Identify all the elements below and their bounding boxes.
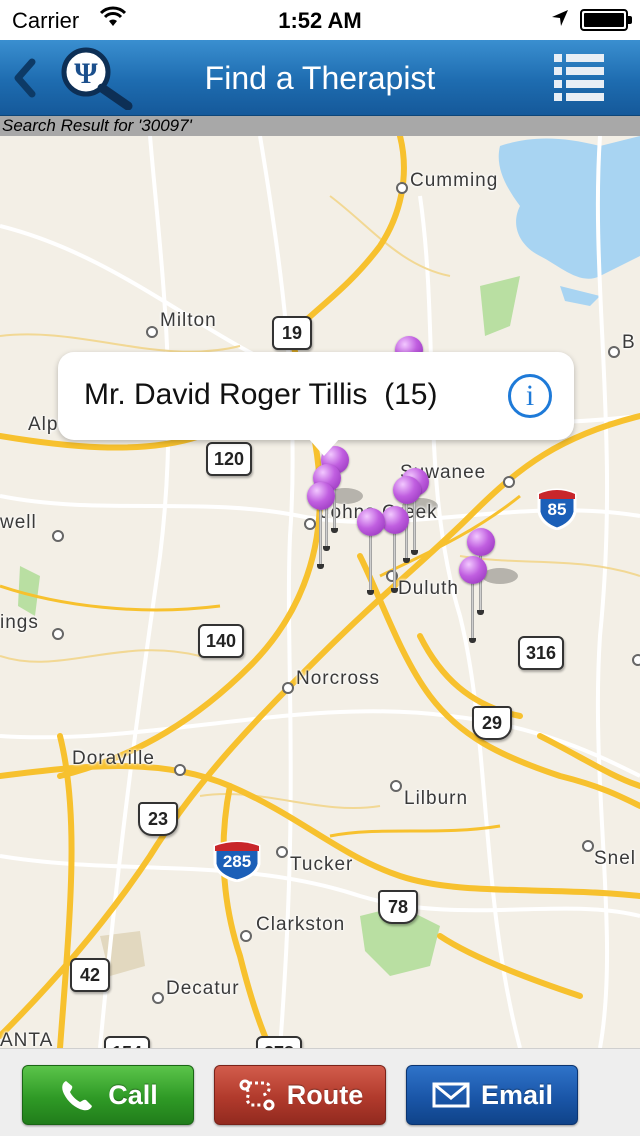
call-label: Call	[108, 1079, 158, 1110]
city-dot	[503, 476, 515, 488]
app-screen: Carrier 1:52 AM Ψ Find a Therapist Searc…	[0, 0, 640, 1136]
place-milton: Milton	[160, 310, 217, 331]
route-shield-140: 140	[198, 624, 245, 658]
map-base	[0, 136, 640, 1048]
phone-icon	[62, 1081, 93, 1111]
battery-icon	[580, 9, 632, 31]
interstate-285-label: 285	[222, 852, 252, 871]
route-shield-120: 120	[206, 442, 253, 476]
place-cumming: Cumming	[410, 170, 499, 191]
city-dot	[396, 182, 408, 194]
back-button[interactable]	[8, 58, 42, 98]
therapist-pin[interactable]	[306, 482, 336, 572]
city-dot	[582, 840, 594, 852]
place-clarkston: Clarkston	[256, 914, 346, 935]
city-dot	[276, 846, 288, 858]
route-label: Route	[286, 1079, 364, 1110]
info-icon[interactable]: i	[508, 374, 552, 418]
search-result-banner: Search Result for '30097'	[0, 116, 640, 136]
therapist-name: Mr. David Roger Tillis	[84, 378, 368, 411]
call-button[interactable]: Call	[22, 1065, 194, 1125]
route-shield-278: 278	[256, 1036, 303, 1048]
place-norcross: Norcross	[296, 668, 381, 689]
place-atlanta: ANTA	[0, 1030, 54, 1048]
city-dot	[282, 682, 294, 694]
place-well: well	[0, 512, 37, 533]
route-shield-29: 29	[472, 706, 512, 740]
route-shield-78: 78	[378, 890, 418, 924]
place-lilburn: Lilburn	[404, 788, 469, 809]
therapist-count: (15)	[384, 378, 438, 411]
email-label: Email	[480, 1079, 554, 1110]
route-button[interactable]: Route	[214, 1065, 386, 1125]
place-tucker: Tucker	[290, 854, 354, 875]
city-dot	[146, 326, 158, 338]
city-dot	[608, 346, 620, 358]
interstate-85-label: 85	[547, 500, 567, 519]
route-shield-23: 23	[138, 802, 178, 836]
place-decatur: Decatur	[166, 978, 240, 999]
interstate-85-shield: 85	[536, 488, 578, 531]
clock: 1:52 AM	[278, 8, 362, 33]
therapist-pin[interactable]	[356, 508, 386, 598]
place-snel: Snel	[594, 848, 637, 869]
map-view[interactable]: Cumming Milton B Alpharetta well ings Su…	[0, 136, 640, 1048]
chevron-left-icon	[14, 58, 36, 98]
therapist-pin[interactable]	[458, 556, 488, 646]
city-dot	[174, 764, 186, 776]
location-arrow-icon	[550, 8, 570, 34]
place-b: B	[622, 332, 636, 353]
route-shield-154: 154	[104, 1036, 151, 1048]
callout-arrow	[308, 438, 340, 456]
city-dot	[632, 654, 640, 666]
place-doraville: Doraville	[72, 748, 155, 769]
route-shield-19: 19	[272, 316, 312, 350]
city-dot	[240, 930, 252, 942]
city-dot	[52, 530, 64, 542]
envelope-icon	[432, 1082, 470, 1108]
psi-glyph: Ψ	[74, 57, 98, 90]
email-button[interactable]: Email	[406, 1065, 578, 1125]
list-icon	[554, 54, 604, 101]
therapist-callout[interactable]: Mr. David Roger Tillis (15) i	[58, 352, 574, 456]
navigation-bar: Ψ Find a Therapist	[0, 40, 640, 116]
city-dot	[390, 780, 402, 792]
list-menu-button[interactable]	[550, 50, 608, 106]
interstate-285-shield: 285	[212, 840, 262, 883]
place-ings: ings	[0, 612, 39, 633]
action-toolbar: Call Route Email	[0, 1048, 640, 1136]
route-icon	[239, 1079, 275, 1111]
route-shield-316: 316	[518, 636, 565, 670]
route-shield-42: 42	[70, 958, 110, 992]
psychology-search-logo: Ψ	[58, 46, 136, 111]
status-bar: Carrier 1:52 AM	[0, 0, 640, 40]
page-title: Find a Therapist	[204, 60, 436, 96]
callout-title: Mr. David Roger Tillis (15)	[84, 378, 437, 412]
city-dot	[52, 628, 64, 640]
city-dot	[152, 992, 164, 1004]
